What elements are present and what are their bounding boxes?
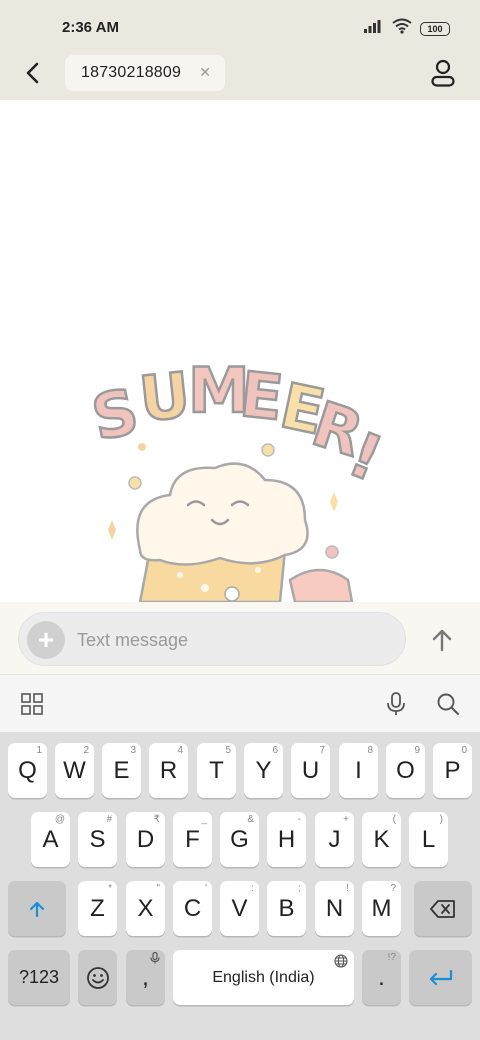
key-b[interactable]: B; <box>267 881 306 936</box>
backspace-icon <box>430 899 455 918</box>
key-x[interactable]: X " <box>126 881 165 936</box>
key-y[interactable]: Y6 <box>244 743 283 798</box>
key-a[interactable]: A @ <box>31 812 70 867</box>
key-c[interactable]: C ' <box>173 881 212 936</box>
recipient-chip[interactable]: 18730218809 ✕ <box>65 55 225 91</box>
wallpaper-dot <box>128 476 142 490</box>
back-button[interactable] <box>18 58 48 88</box>
key-o[interactable]: O9 <box>386 743 425 798</box>
shift-key[interactable] <box>8 881 66 936</box>
microphone-icon[interactable] <box>383 691 409 717</box>
contact-person-icon <box>431 59 455 87</box>
key-e[interactable]: E3 <box>102 743 141 798</box>
comma-key[interactable]: , <box>126 950 165 1005</box>
signal-icon <box>364 19 384 38</box>
status-icons: 100 <box>364 18 450 39</box>
key-s[interactable]: S # <box>78 812 117 867</box>
wifi-icon <box>392 18 412 39</box>
wallpaper-sparkle <box>330 492 338 512</box>
backspace-key[interactable] <box>414 881 472 936</box>
wallpaper-dot <box>138 443 146 451</box>
key-d[interactable]: D ₹ <box>126 812 165 867</box>
status-time: 2:36 AM <box>62 19 119 36</box>
wallpaper-dot <box>325 545 339 559</box>
key-l[interactable]: L) <box>409 812 448 867</box>
key-z[interactable]: Z * <box>78 881 117 936</box>
wallpaper-dot <box>261 443 275 457</box>
apps-grid-icon[interactable] <box>19 691 45 717</box>
key-g[interactable]: G & <box>220 812 259 867</box>
plus-icon[interactable]: + <box>27 621 65 659</box>
wallpaper-foam <box>136 462 309 566</box>
close-icon[interactable]: ✕ <box>199 64 211 81</box>
globe-icon <box>334 954 348 968</box>
key-j[interactable]: J + <box>315 812 354 867</box>
wallpaper-mug-handle <box>288 568 354 602</box>
period-key[interactable]: . !? <box>362 950 401 1005</box>
wallpaper-sparkle <box>108 520 116 540</box>
key-v[interactable]: V: <box>220 881 259 936</box>
key-n[interactable]: N! <box>315 881 354 936</box>
message-list[interactable]: S U M E E R ! <box>0 100 480 602</box>
emoji-key[interactable] <box>78 950 117 1005</box>
send-button[interactable] <box>422 622 462 658</box>
enter-key[interactable] <box>409 950 472 1005</box>
key-w[interactable]: W2 <box>55 743 94 798</box>
symbols-key[interactable]: ?123 <box>8 950 70 1005</box>
enter-icon <box>429 969 452 985</box>
message-input[interactable]: + Text message <box>18 612 406 666</box>
key-h[interactable]: H- <box>267 812 306 867</box>
recipient-number: 18730218809 <box>81 64 182 81</box>
keyboard-toolbar <box>0 674 480 732</box>
conversation-header: 18730218809 ✕ <box>0 52 480 100</box>
status-bar: 2:36 AM 100 <box>0 0 480 52</box>
contact-button[interactable] <box>428 58 458 88</box>
message-placeholder: Text message <box>77 630 189 650</box>
wallpaper-illustration: S U M E E R ! <box>85 353 394 602</box>
search-icon[interactable] <box>435 691 461 717</box>
wallpaper-letter: U <box>136 358 194 436</box>
send-arrow-icon <box>432 629 452 652</box>
space-key[interactable]: English (India) <box>173 950 354 1005</box>
key-i[interactable]: I8 <box>339 743 378 798</box>
key-p[interactable]: P0 <box>433 743 472 798</box>
wallpaper-letter: S <box>86 374 145 455</box>
key-u[interactable]: U7 <box>291 743 330 798</box>
key-f[interactable]: F _ <box>173 812 212 867</box>
key-q[interactable]: Q1 <box>8 743 47 798</box>
compose-bar: + Text message <box>0 602 480 674</box>
key-k[interactable]: K( <box>362 812 401 867</box>
battery-icon: 100 <box>420 21 450 36</box>
microphone-icon <box>150 952 160 964</box>
back-arrow-icon <box>26 62 39 84</box>
keyboard: Q1 W2 E3 R4 T5 Y6 U7 I8 O9 P0 A @ S # D ₹ F… <box>0 732 480 1040</box>
emoji-icon <box>86 966 109 989</box>
key-m[interactable]: M? <box>362 881 401 936</box>
key-t[interactable]: T5 <box>197 743 236 798</box>
key-r[interactable]: R4 <box>149 743 188 798</box>
shift-icon <box>29 901 45 917</box>
